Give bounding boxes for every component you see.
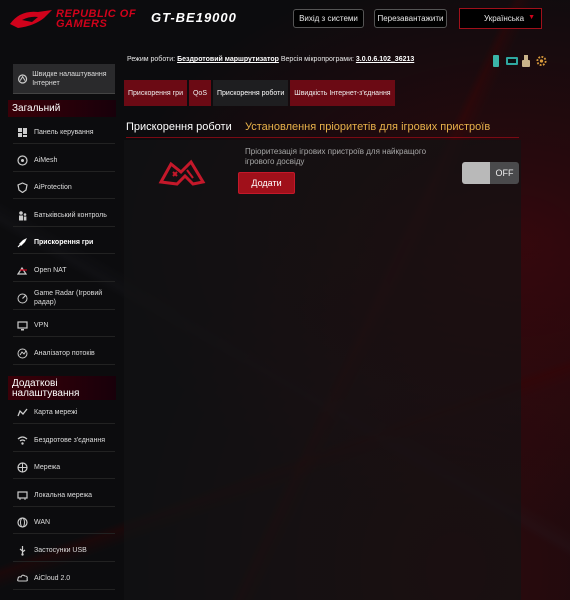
page-title: Прискорення роботи [126,121,232,133]
sidebar-item-label: Панель керування [34,129,94,136]
settings-gear-icon[interactable] [536,54,547,67]
firmware-link[interactable]: 3.0.0.6.102_36213 [356,56,414,63]
rog-logo[interactable]: REPUBLIC OF GAMERS [8,4,148,34]
sidebar-item-label: Аналізатор потоків [34,349,95,357]
sidebar-item-label: Застосунки USB [34,547,87,554]
sidebar-item-label: AiProtection [34,184,72,192]
quick-setup-icon [17,73,28,84]
add-device-button[interactable]: Додати [238,172,295,194]
sidebar-item-label: Мережа [34,464,61,472]
boost-toggle[interactable]: OFF [462,162,519,184]
sidebar-item-label: VPN [34,322,49,330]
logout-button[interactable]: Вихід з системи [293,9,364,28]
wan-icon [17,517,28,528]
sidebar-item-vpn[interactable]: VPN [13,315,115,338]
sidebar-item-radar[interactable]: Game Radar (Ігровий радар) [13,288,115,310]
sidebar-item-shield[interactable]: AiProtection [13,177,115,200]
content-panel [124,140,521,600]
sidebar-item-cloud[interactable]: AiCloud 2.0 [13,568,115,590]
radar-icon [17,293,28,304]
sidebar-item-analyzer[interactable]: Аналізатор потоків [13,343,115,365]
tab-bar: Прискорення гри QoS Прискорення роботи Ш… [124,80,395,106]
sidebar-item-lan[interactable]: Локальна мережа [13,485,115,507]
sidebar-item-network[interactable]: Мережа [13,457,115,480]
tab-game-boost[interactable]: Прискорення гри [124,80,187,106]
sidebar-item-label: AiMesh [34,156,58,164]
language-select[interactable]: Українська ▼ [459,8,542,29]
sidebar-item-label: Прискорення гри [34,239,94,247]
sidebar-item-label: Локальна мережа [34,491,93,499]
sidebar-item-label: Open NAT [34,267,67,274]
sidebar-item-label: Бездротове з'єднання [34,436,106,444]
sidebar-item-label: AiCloud 2.0 [34,574,71,582]
usb-icon [19,546,26,556]
sidebar-item-aimesh[interactable]: AiMesh [13,150,115,172]
sidebar-item-label: Батьківський контроль [34,211,107,219]
aimesh-icon [17,154,28,166]
tab-work-boost[interactable]: Прискорення роботи [213,80,289,106]
toggle-knob [462,162,490,184]
quick-internet-setup[interactable]: Швидке налаштування Інтернет [13,64,115,94]
sidebar-item-label: WAN [34,519,51,527]
tab-speed-test[interactable]: Швидкість Інтернет-з'єднання [290,80,395,106]
router-model: GT-BE19000 [151,10,237,25]
mode-label: Режим роботи: [127,56,176,63]
mode-link[interactable]: Бездротовий маршрутизатор [177,56,279,63]
general-section-title: Загальний [8,100,116,117]
lan-icon [17,491,28,500]
reboot-button[interactable]: Перезавантажити [374,9,447,28]
sidebar-item-wireless[interactable]: Бездротове з'єднання [13,430,115,452]
shield-icon [17,182,28,194]
brand-line-2: GAMERS [56,18,108,30]
status-info-row: Режим роботи: Бездротовий маршрутизатор … [127,56,414,63]
analyzer-icon [17,348,28,359]
vpn-icon [17,321,28,331]
sidebar-item-usb[interactable]: Застосунки USB [13,540,115,562]
sidebar-item-label: Game Radar (Ігровий радар) [34,290,103,307]
wireless-icon [17,435,28,445]
usb-status-icon[interactable] [521,54,531,67]
network-map-icon [17,408,28,417]
game-device-icon [158,159,206,186]
sidebar-item-label: Карта мережі [34,409,78,416]
status-icons [491,54,547,67]
firmware-label: Версія мікропрограми: [280,56,354,63]
network-icon [17,462,28,473]
rocket-icon [17,238,27,248]
sidebar-item-rocket[interactable]: Прискорення гри [13,232,115,255]
sidebar-item-open-nat[interactable]: Open NAT [13,260,115,282]
parental-icon [19,210,27,221]
sidebar-item-wan[interactable]: WAN [13,512,115,535]
chevron-down-icon: ▼ [528,14,535,21]
title-divider [126,137,519,138]
feature-description: Пріоритезація ігрових пристроїв для найк… [245,147,427,166]
cloud-icon [17,574,28,582]
page-subtitle: Установлення пріоритетів для ігрових при… [245,121,491,133]
header: REPUBLIC OF GAMERS GT-BE19000 Вихід з си… [0,0,570,38]
toggle-state-label: OFF [490,162,519,184]
open-nat-icon [17,266,28,275]
internet-status-icon[interactable] [506,54,518,66]
rog-eye-icon [10,10,52,28]
language-value: Українська [484,14,525,23]
quick-setup-label: Швидке налаштування Інтернет [32,70,107,87]
sidebar-item-network-map[interactable]: Карта мережі [13,402,115,424]
sidebar-item-parental[interactable]: Батьківський контроль [13,205,115,227]
mobile-icon[interactable] [491,54,501,67]
sidebar-item-dashboard[interactable]: Панель керування [13,122,115,144]
advanced-section-title: Додаткові налаштування [8,376,116,400]
dashboard-icon [18,128,27,137]
tab-qos[interactable]: QoS [188,80,211,106]
